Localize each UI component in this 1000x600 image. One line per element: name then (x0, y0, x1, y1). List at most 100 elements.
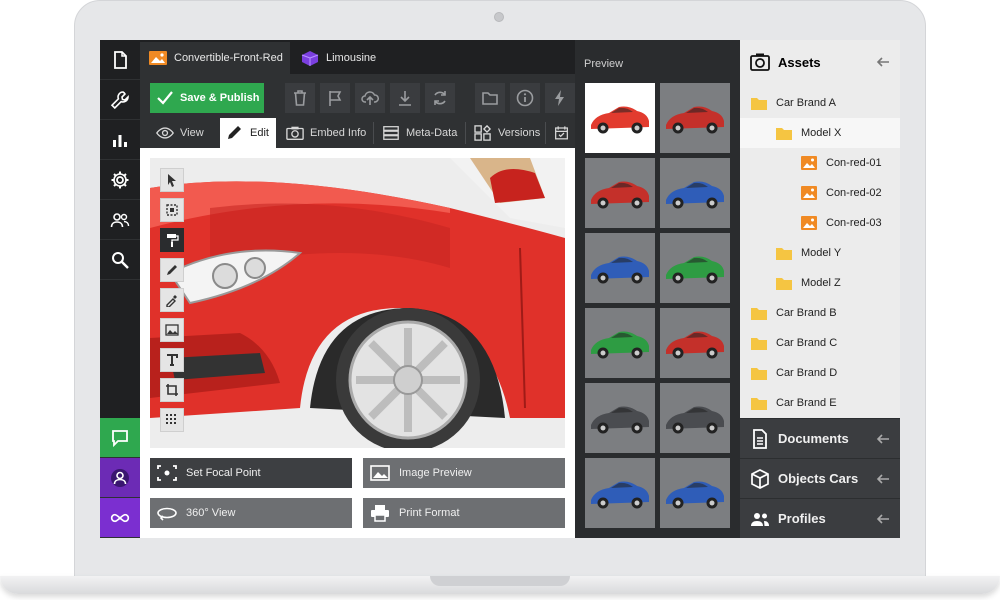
chart-icon[interactable] (100, 120, 140, 160)
print-format-button[interactable]: Print Format (363, 498, 565, 528)
bolt-icon[interactable] (545, 83, 575, 113)
gear-icon[interactable] (100, 160, 140, 200)
text-icon[interactable] (160, 348, 184, 372)
tree-folder[interactable]: Model X (740, 118, 900, 148)
car-thumbnail-image (591, 106, 649, 134)
preview-thumbnail[interactable] (660, 158, 730, 228)
trash-icon[interactable] (285, 83, 315, 113)
search-icon[interactable] (100, 240, 140, 280)
preview-thumbnail[interactable] (660, 83, 730, 153)
main-sidebar (100, 40, 140, 538)
tree-folder[interactable]: Car Brand B (740, 298, 900, 328)
preview-thumbnail[interactable] (660, 308, 730, 378)
crop-icon[interactable] (160, 378, 184, 402)
preview-thumbnail[interactable] (660, 383, 730, 453)
tree-item-label: Car Brand A (776, 97, 836, 109)
editor-panel: Set Focal Point Image Preview 360° View … (140, 148, 575, 538)
pencil-icon[interactable] (160, 258, 184, 282)
preview-thumbnail[interactable] (585, 233, 655, 303)
image-canvas[interactable] (150, 158, 565, 448)
chat-icon[interactable] (100, 418, 140, 458)
editor-tools (160, 168, 184, 438)
tree-folder[interactable]: Car Brand D (740, 358, 900, 388)
preview-thumbnail[interactable] (585, 158, 655, 228)
car-thumbnail-image (591, 256, 649, 284)
image-file-icon (801, 216, 817, 230)
versions-icon (474, 125, 492, 141)
tab-meta-data[interactable]: Meta-Data (376, 118, 464, 148)
tab-view[interactable]: View (150, 118, 216, 148)
set-focal-point-button[interactable]: Set Focal Point (150, 458, 352, 488)
preview-thumbnail[interactable] (660, 233, 730, 303)
arrow-left-icon[interactable] (876, 432, 890, 446)
image-icon[interactable] (160, 318, 184, 342)
camera-icon (494, 12, 504, 22)
folder-icon (776, 278, 792, 290)
view-360-button[interactable]: 360° View (150, 498, 352, 528)
profiles-label: Profiles (778, 511, 826, 526)
info-icon[interactable] (510, 83, 540, 113)
tree-file[interactable]: Con-red-02 (740, 178, 900, 208)
tab-embed-info[interactable]: Embed Info (280, 118, 370, 148)
preview-thumbnail[interactable] (660, 458, 730, 528)
save-publish-button[interactable]: Save & Publish (150, 83, 264, 113)
grid-icon[interactable] (160, 408, 184, 432)
image-icon (370, 465, 390, 481)
tab-edit[interactable]: Edit (220, 118, 276, 148)
folder-icon[interactable] (475, 83, 505, 113)
view-360-label: 360° View (186, 507, 236, 519)
tree-item-label: Car Brand E (776, 397, 837, 409)
camera-icon (286, 126, 304, 140)
tree-item-label: Model Z (801, 277, 841, 289)
assets-header[interactable]: Assets (740, 42, 900, 82)
cursor-icon[interactable] (160, 168, 184, 192)
preview-thumbnail[interactable] (585, 458, 655, 528)
preview-thumbnail[interactable] (585, 83, 655, 153)
paint-roller-icon[interactable] (160, 228, 184, 252)
tab-versions[interactable]: Versions (468, 118, 544, 148)
select-box-icon[interactable] (160, 198, 184, 222)
profiles-section[interactable]: Profiles (740, 498, 900, 538)
tree-item-label: Model X (801, 127, 842, 139)
car-thumbnail-image (591, 406, 649, 434)
tree-folder[interactable]: Car Brand C (740, 328, 900, 358)
users-icon[interactable] (100, 200, 140, 240)
users-icon (751, 512, 769, 526)
tree-folder[interactable]: Model Y (740, 238, 900, 268)
eyedropper-icon[interactable] (160, 288, 184, 312)
tree-file[interactable]: Con-red-03 (740, 208, 900, 238)
tab-schedule[interactable] (548, 118, 575, 148)
arrow-left-icon[interactable] (876, 55, 890, 69)
folder-icon (751, 368, 767, 380)
flag-icon[interactable] (320, 83, 350, 113)
file-icon[interactable] (100, 40, 140, 80)
tree-folder[interactable]: Model Z (740, 268, 900, 298)
image-preview-button[interactable]: Image Preview (363, 458, 565, 488)
focal-point-icon (157, 465, 177, 481)
documents-section[interactable]: Documents (740, 418, 900, 458)
preview-thumbnail[interactable] (585, 383, 655, 453)
tab-limousine[interactable]: Limousine (292, 42, 392, 74)
download-icon[interactable] (390, 83, 420, 113)
arrow-left-icon[interactable] (876, 512, 890, 526)
user-icon[interactable] (100, 458, 140, 498)
folder-icon (751, 398, 767, 410)
check-icon (157, 91, 173, 105)
cube-icon (301, 51, 319, 66)
tab-convertible-front-red[interactable]: Convertible-Front-Red (140, 42, 290, 74)
refresh-icon[interactable] (425, 83, 455, 113)
preview-thumbnail[interactable] (585, 308, 655, 378)
objects-cars-section[interactable]: Objects Cars (740, 458, 900, 498)
tree-folder[interactable]: Car Brand E (740, 388, 900, 418)
arrow-left-icon[interactable] (876, 472, 890, 486)
image-preview-label: Image Preview (399, 467, 472, 479)
divider (373, 122, 374, 144)
print-format-label: Print Format (399, 507, 460, 519)
tree-file[interactable]: Con-red-01 (740, 148, 900, 178)
infinity-icon[interactable] (100, 498, 140, 538)
tree-folder[interactable]: Car Brand A (740, 88, 900, 118)
upload-icon[interactable] (355, 83, 385, 113)
wrench-icon[interactable] (100, 80, 140, 120)
car-thumbnail-image (666, 181, 724, 209)
pencil-icon (228, 126, 241, 139)
